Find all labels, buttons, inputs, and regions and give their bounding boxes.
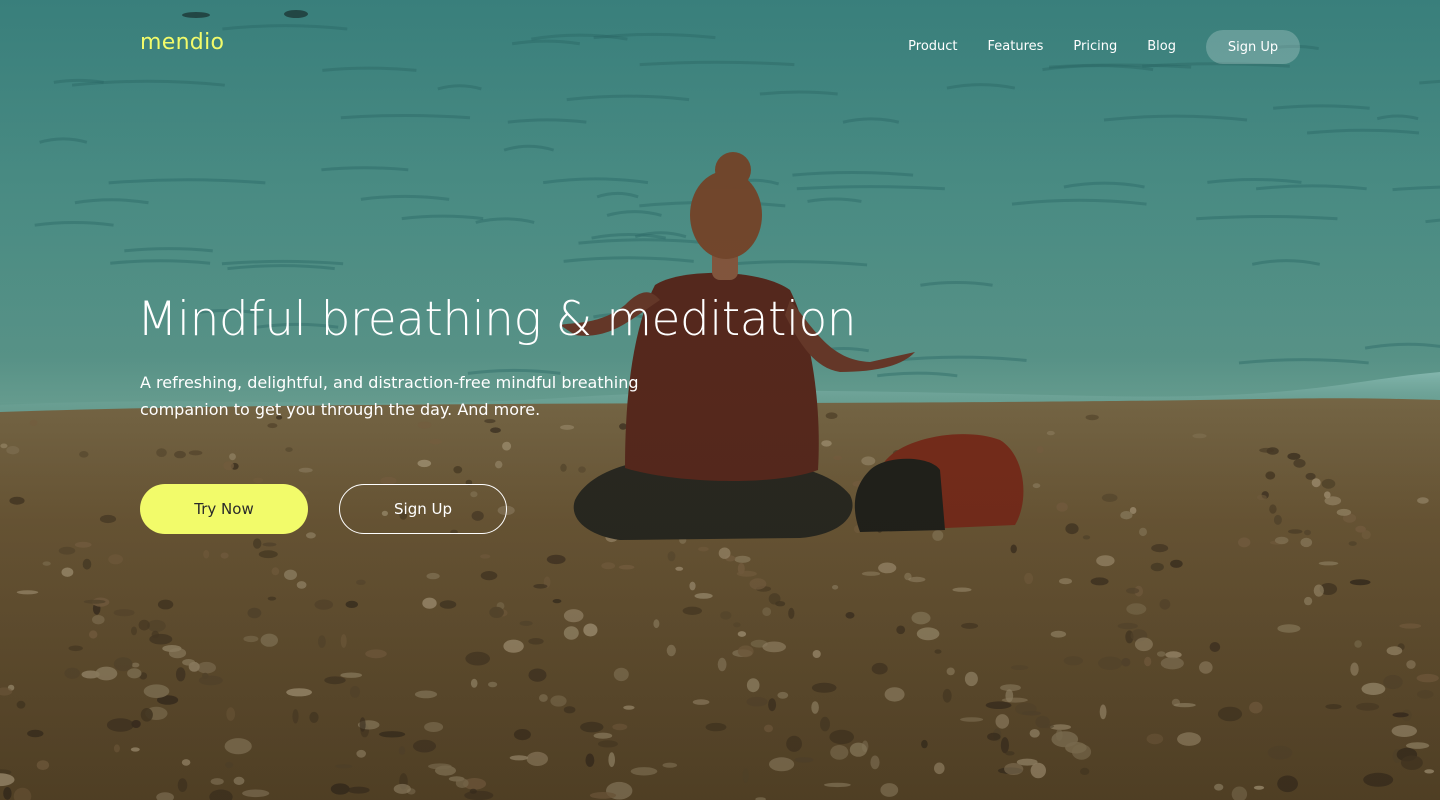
hero-section: mendio Product Features Pricing Blog Sig… (0, 0, 1440, 800)
nav-signup-button[interactable]: Sign Up (1206, 30, 1300, 64)
nav-link-blog[interactable]: Blog (1147, 30, 1176, 64)
nav-link-pricing[interactable]: Pricing (1073, 30, 1117, 64)
nav-link-product[interactable]: Product (908, 30, 957, 64)
top-navigation: mendio Product Features Pricing Blog Sig… (0, 0, 1440, 94)
brand-logo[interactable]: mendio (140, 30, 224, 55)
try-now-button[interactable]: Try Now (140, 484, 308, 534)
hero-headline: Mindful breathing & meditation (137, 292, 857, 347)
nav-links: Product Features Pricing Blog Sign Up (878, 30, 1300, 64)
nav-link-features[interactable]: Features (988, 30, 1044, 64)
hero-signup-button[interactable]: Sign Up (339, 484, 507, 534)
hero-subheadline: A refreshing, delightful, and distractio… (140, 373, 639, 419)
